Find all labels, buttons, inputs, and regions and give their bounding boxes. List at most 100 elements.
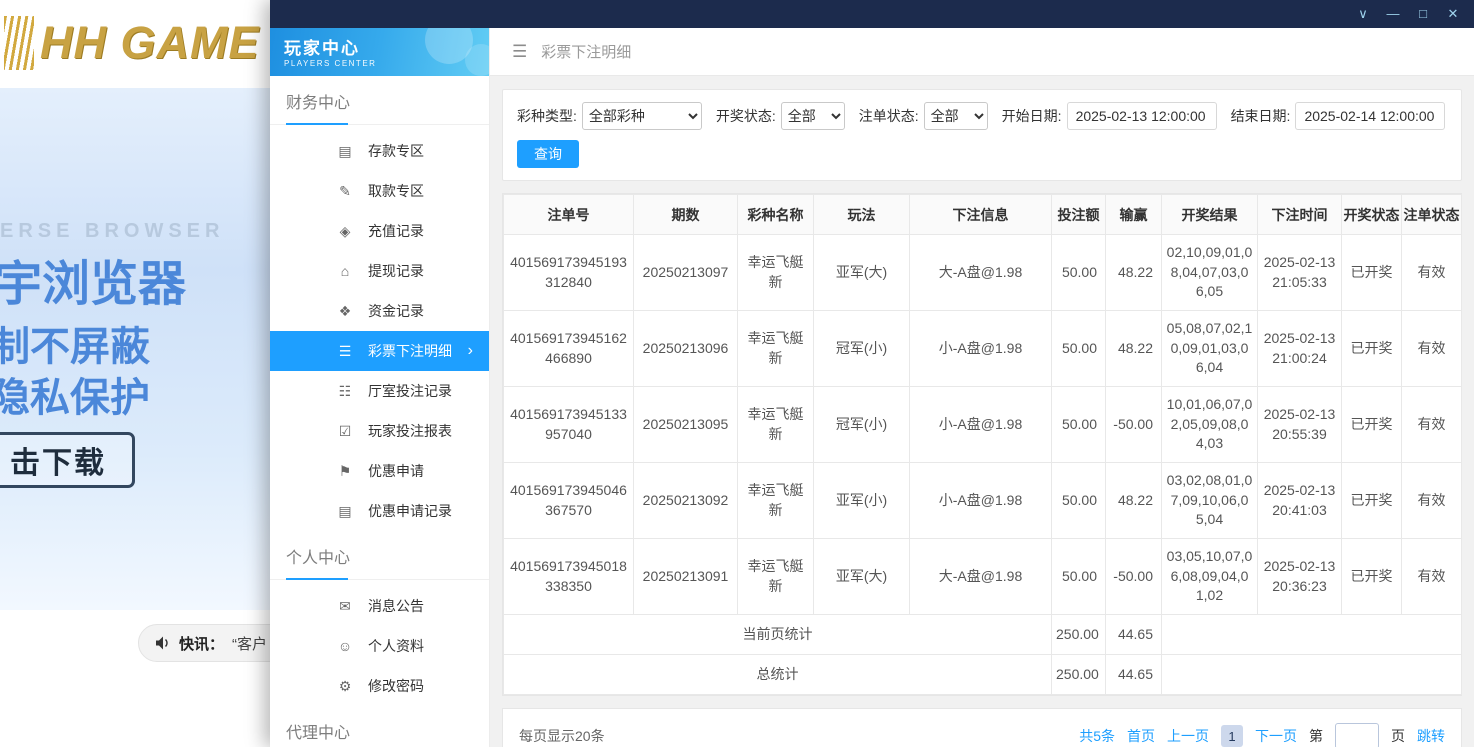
period-cell: 20250213095 — [634, 387, 738, 463]
summary-win-loss: 44.65 — [1106, 655, 1162, 695]
site-logo: HH GAME — [4, 16, 260, 70]
lottery-name-cell: 幸运飞艇新 — [738, 463, 814, 539]
jump-button[interactable]: 跳转 — [1417, 726, 1445, 746]
sidebar-item-label: 资金记录 — [368, 301, 424, 321]
next-page-link[interactable]: 下一页 — [1255, 726, 1297, 746]
download-button[interactable]: 击下载 — [0, 432, 135, 488]
menu-toggle-icon[interactable]: ☰ — [512, 42, 527, 62]
bet-time-cell: 2025-02-13 21:00:24 — [1258, 311, 1342, 387]
sidebar-subtitle: PLAYERS CENTER — [284, 59, 489, 68]
summary-amount: 250.00 — [1052, 655, 1106, 695]
sidebar-item-deposit-zone[interactable]: ▤存款专区 — [270, 131, 489, 171]
bet-number-cell: 401569173945193312840 — [504, 235, 634, 311]
sidebar: 玩家中心 PLAYERS CENTER 财务中心▤存款专区✎取款专区◈充值记录⌂… — [270, 28, 490, 747]
sidebar-title: 玩家中心 — [284, 34, 489, 59]
prev-page-link[interactable]: 上一页 — [1167, 726, 1209, 746]
funds-records-icon: ❖ — [336, 303, 354, 320]
sidebar-item-promo-apply-records[interactable]: ▤优惠申请记录 — [270, 491, 489, 531]
first-page-link[interactable]: 首页 — [1127, 726, 1155, 746]
result-cell: 02,10,09,01,08,04,07,03,06,05 — [1162, 235, 1258, 311]
draw-status-cell: 已开奖 — [1342, 539, 1402, 615]
lottery-type-select[interactable]: 全部彩种 — [582, 102, 702, 130]
play-cell: 亚军(大) — [814, 235, 910, 311]
amount-cell: 50.00 — [1052, 387, 1106, 463]
sidebar-item-messages[interactable]: ✉消息公告 — [270, 586, 489, 626]
query-button[interactable]: 查询 — [517, 140, 579, 168]
summary-label: 当前页统计 — [504, 615, 1052, 655]
draw-status-cell: 已开奖 — [1342, 235, 1402, 311]
promo-apply-icon: ⚑ — [336, 463, 354, 480]
start-date-input[interactable] — [1067, 102, 1217, 130]
recharge-records-icon: ◈ — [336, 223, 354, 240]
win-loss-cell: 48.22 — [1106, 463, 1162, 539]
draw-status-cell: 已开奖 — [1342, 463, 1402, 539]
window-dropdown-icon[interactable]: ∨ — [1348, 0, 1378, 28]
withdraw-zone-icon: ✎ — [336, 183, 354, 200]
player-center-window: ∨ — □ ✕ 玩家中心 PLAYERS CENTER 财务中心▤存款专区✎取款… — [270, 0, 1474, 747]
play-cell: 冠军(小) — [814, 387, 910, 463]
draw-status-select[interactable]: 全部 — [781, 102, 845, 130]
bet-status-cell: 有效 — [1402, 463, 1462, 539]
sidebar-item-label: 彩票下注明细 — [368, 341, 452, 361]
draw-status-cell: 已开奖 — [1342, 311, 1402, 387]
summary-empty-cell — [1162, 655, 1462, 695]
sidebar-item-change-password[interactable]: ⚙修改密码 — [270, 666, 489, 706]
sidebar-item-label: 优惠申请 — [368, 461, 424, 481]
bet-status-cell: 有效 — [1402, 387, 1462, 463]
page-size-label: 每页显示20条 — [519, 726, 605, 746]
sidebar-item-withdrawal-records[interactable]: ⌂提现记录 — [270, 251, 489, 291]
result-cell: 03,05,10,07,06,08,09,04,01,02 — [1162, 539, 1258, 615]
sidebar-item-player-bet-report[interactable]: ☑玩家投注报表 — [270, 411, 489, 451]
bet-number-cell: 401569173945046367570 — [504, 463, 634, 539]
ticker-label: 快讯： — [179, 633, 224, 654]
window-minimize-icon[interactable]: — — [1378, 0, 1408, 28]
table-row: 40156917394513395704020250213095幸运飞艇新冠军(… — [504, 387, 1462, 463]
sidebar-item-funds-records[interactable]: ❖ 资金记录 — [270, 291, 489, 331]
result-cell: 05,08,07,02,10,09,01,03,06,04 — [1162, 311, 1258, 387]
end-date-input[interactable] — [1295, 102, 1445, 130]
table-row: 40156917394516246689020250213096幸运飞艇新冠军(… — [504, 311, 1462, 387]
sidebar-item-promo-apply[interactable]: ⚑ 优惠申请 — [270, 451, 489, 491]
sidebar-item-label: 存款专区 — [368, 141, 424, 161]
sidebar-section: 个人中心✉消息公告☺个人资料⚙修改密码 — [270, 531, 489, 706]
summary-label: 总统计 — [504, 655, 1052, 695]
end-date-label: 结束日期: — [1231, 106, 1291, 126]
page-lower-area: 快讯： “客户 — [0, 610, 300, 747]
sidebar-item-profile[interactable]: ☺个人资料 — [270, 626, 489, 666]
amount-cell: 50.00 — [1052, 463, 1106, 539]
logo-decoration — [4, 16, 34, 70]
page-jump-input[interactable] — [1335, 723, 1379, 747]
win-loss-cell: 48.22 — [1106, 235, 1162, 311]
lottery-name-cell: 幸运飞艇新 — [738, 235, 814, 311]
filter-panel: 彩种类型: 全部彩种 开奖状态: 全部 注单状态: — [502, 89, 1462, 181]
bet-status-cell: 有效 — [1402, 311, 1462, 387]
window-close-icon[interactable]: ✕ — [1438, 0, 1468, 28]
col-draw-status: 开奖状态 — [1342, 195, 1402, 235]
lottery-name-cell: 幸运飞艇新 — [738, 539, 814, 615]
banner-subtitle: ERSE BROWSER — [0, 220, 224, 243]
summary-empty-cell — [1162, 615, 1462, 655]
lottery-name-cell: 幸运飞艇新 — [738, 311, 814, 387]
bet-status-select[interactable]: 全部 — [924, 102, 988, 130]
amount-cell: 50.00 — [1052, 539, 1106, 615]
bet-details-table: 注单号 期数 彩种名称 玩法 下注信息 投注额 输赢 开奖结果 下注时间 开奖状… — [502, 193, 1462, 696]
lottery-bet-details-icon: ☰ — [336, 343, 354, 360]
sidebar-item-lottery-bet-details[interactable]: ☰彩票下注明细› — [270, 331, 489, 371]
withdrawal-records-icon: ⌂ — [336, 263, 354, 279]
sidebar-item-withdraw-zone[interactable]: ✎取款专区 — [270, 171, 489, 211]
bet-time-cell: 2025-02-13 20:55:39 — [1258, 387, 1342, 463]
period-cell: 20250213097 — [634, 235, 738, 311]
col-bet-status: 注单状态 — [1402, 195, 1462, 235]
summary-win-loss: 44.65 — [1106, 615, 1162, 655]
sidebar-section: 代理中心 — [270, 706, 489, 747]
hall-bet-records-icon: ☷ — [336, 383, 354, 400]
table-row: 40156917394519331284020250213097幸运飞艇新亚军(… — [504, 235, 1462, 311]
jump-label-prefix: 第 — [1309, 726, 1323, 746]
bet-time-cell: 2025-02-13 20:36:23 — [1258, 539, 1342, 615]
sidebar-item-recharge-records[interactable]: ◈充值记录 — [270, 211, 489, 251]
window-maximize-icon[interactable]: □ — [1408, 0, 1438, 28]
bet-time-cell: 2025-02-13 20:41:03 — [1258, 463, 1342, 539]
total-summary-row: 总统计250.0044.65 — [504, 655, 1462, 695]
sidebar-item-hall-bet-records[interactable]: ☷厅室投注记录 — [270, 371, 489, 411]
current-page[interactable]: 1 — [1221, 725, 1243, 747]
